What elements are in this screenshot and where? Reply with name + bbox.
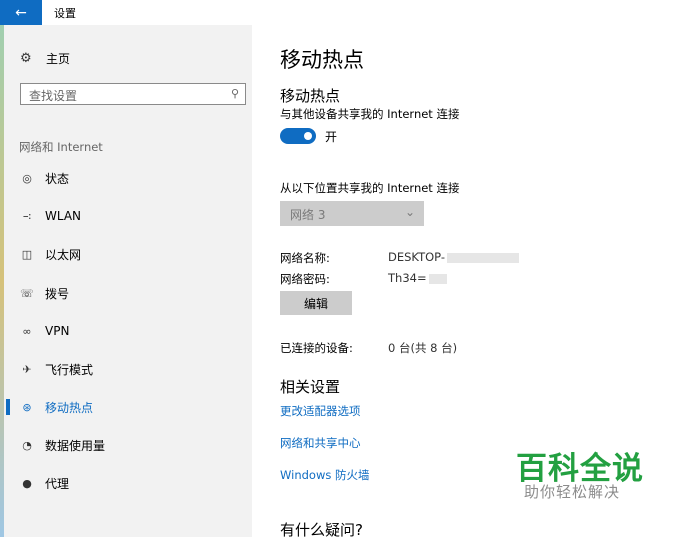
share-label: 与其他设备共享我的 Internet 连接 (280, 107, 460, 121)
sidebar-item-label: WLAN (45, 209, 82, 223)
title-bar: ← 设置 (0, 0, 692, 25)
home-label: 主页 (46, 52, 71, 66)
sidebar-item-status[interactable]: ◎ 状态 (4, 159, 252, 197)
network-name-text: DESKTOP- (388, 250, 445, 264)
toggle-knob (304, 132, 312, 140)
select-value: 网络 3 (290, 208, 326, 222)
back-arrow-icon: ← (15, 4, 27, 21)
edit-button[interactable]: 编辑 (280, 291, 352, 315)
network-password-value: Th34= (388, 271, 447, 285)
data-usage-icon: ◔ (22, 438, 32, 452)
vpn-icon: ∞ (22, 324, 32, 338)
network-password-text: Th34= (388, 271, 427, 285)
sidebar-item-ethernet[interactable]: ◫ 以太网 (4, 235, 252, 273)
share-from-label: 从以下位置共享我的 Internet 连接 (280, 181, 460, 195)
network-name-value: DESKTOP- (388, 250, 519, 264)
sidebar-item-label: 拨号 (45, 286, 70, 301)
sidebar-item-label: 以太网 (45, 247, 82, 262)
redacted-block (446, 252, 519, 263)
network-password-label: 网络密码: (280, 272, 330, 286)
sidebar-item-proxy[interactable]: ● 代理 (4, 464, 252, 502)
redacted-block (428, 273, 447, 284)
chevron-down-icon: ⌄ (404, 205, 415, 219)
gear-icon: ⚙ (20, 51, 32, 66)
home-nav-item[interactable]: ⚙ 主页 (20, 50, 70, 67)
connection-source-select[interactable]: 网络 3 ⌄ (280, 201, 424, 226)
wifi-icon: ∹ (22, 209, 32, 223)
sidebar-item-data-usage[interactable]: ◔ 数据使用量 (4, 426, 252, 464)
sidebar-item-vpn[interactable]: ∞ VPN (4, 312, 252, 350)
sidebar-item-label: 飞行模式 (45, 362, 94, 377)
sidebar-item-dialup[interactable]: ☏ 拨号 (4, 274, 252, 312)
sidebar-item-label: 状态 (45, 171, 70, 186)
active-indicator (6, 399, 10, 415)
sidebar-item-label: 代理 (45, 476, 70, 491)
status-icon: ◎ (22, 171, 32, 185)
section-title: 移动热点 (280, 87, 341, 105)
watermark-subtitle: 助你轻松解决 (524, 483, 621, 501)
dialup-icon: ☏ (20, 286, 34, 300)
link-windows-firewall[interactable]: Windows 防火墙 (280, 467, 370, 483)
connected-devices-label: 已连接的设备: (280, 341, 353, 355)
link-adapter-options[interactable]: 更改适配器选项 (280, 403, 361, 419)
proxy-icon: ● (22, 476, 32, 490)
link-network-sharing-center[interactable]: 网络和共享中心 (280, 435, 361, 451)
section-label: 网络和 Internet (19, 140, 103, 154)
sidebar-item-airplane[interactable]: ✈ 飞行模式 (4, 350, 252, 388)
search-input[interactable]: 查找设置 ⚲ (20, 83, 246, 105)
app-title: 设置 (54, 7, 76, 20)
airplane-icon: ✈ (22, 362, 32, 376)
toggle-state-label: 开 (325, 130, 338, 144)
sidebar-item-label: 数据使用量 (45, 438, 106, 453)
sidebar-item-label: VPN (45, 324, 70, 338)
ethernet-icon: ◫ (21, 247, 33, 261)
hotspot-icon: ⊛ (22, 400, 32, 414)
page-title: 移动热点 (280, 48, 364, 72)
hotspot-toggle[interactable] (280, 128, 316, 144)
sidebar: ⚙ 主页 查找设置 ⚲ 网络和 Internet ◎ 状态 ∹ WLAN ◫ 以… (4, 25, 252, 537)
network-name-label: 网络名称: (280, 251, 330, 265)
sidebar-item-hotspot[interactable]: ⊛ 移动热点 (4, 388, 252, 426)
search-icon: ⚲ (230, 87, 239, 100)
search-placeholder: 查找设置 (29, 89, 78, 103)
back-button[interactable]: ← (0, 0, 42, 25)
sidebar-item-wlan[interactable]: ∹ WLAN (4, 197, 252, 235)
sidebar-item-label: 移动热点 (45, 400, 94, 415)
related-settings-title: 相关设置 (280, 378, 341, 396)
connected-devices-value: 0 台(共 8 台) (388, 341, 458, 355)
